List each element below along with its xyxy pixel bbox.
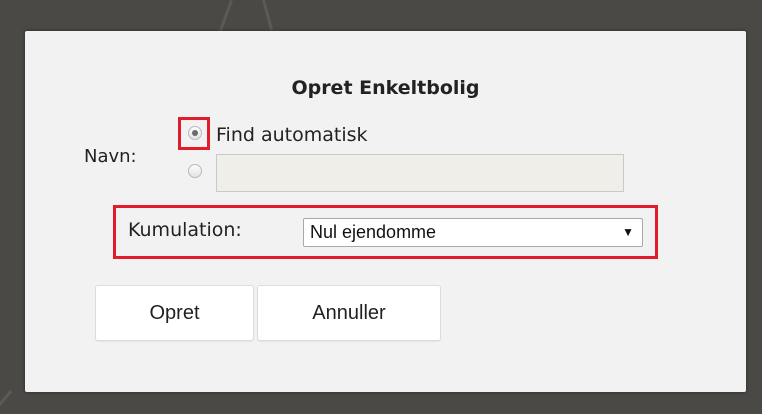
cancel-button[interactable]: Annuller [257,285,441,341]
auto-name-label[interactable]: Find automatisk [216,124,368,146]
backdrop-road [262,0,274,31]
dialog-title: Opret Enkeltbolig [291,77,480,99]
kumulation-select[interactable]: Nul ejendomme ▼ [303,218,643,247]
backdrop-road [219,0,233,32]
kumulation-label: Kumulation: [128,219,242,241]
kumulation-highlight: Kumulation: Nul ejendomme ▼ [113,205,658,259]
manual-name-input[interactable] [216,154,624,192]
create-button[interactable]: Opret [95,285,254,341]
manual-name-radio[interactable] [188,164,202,178]
triangle-down-icon: ▼ [622,225,634,239]
kumulation-selected-value: Nul ejendomme [310,222,437,242]
name-label: Navn: [84,146,137,167]
backdrop-road [0,390,13,411]
auto-name-radio[interactable] [188,126,202,140]
create-dwelling-dialog: Opret Enkeltbolig Navn: Find automatisk … [25,31,746,392]
